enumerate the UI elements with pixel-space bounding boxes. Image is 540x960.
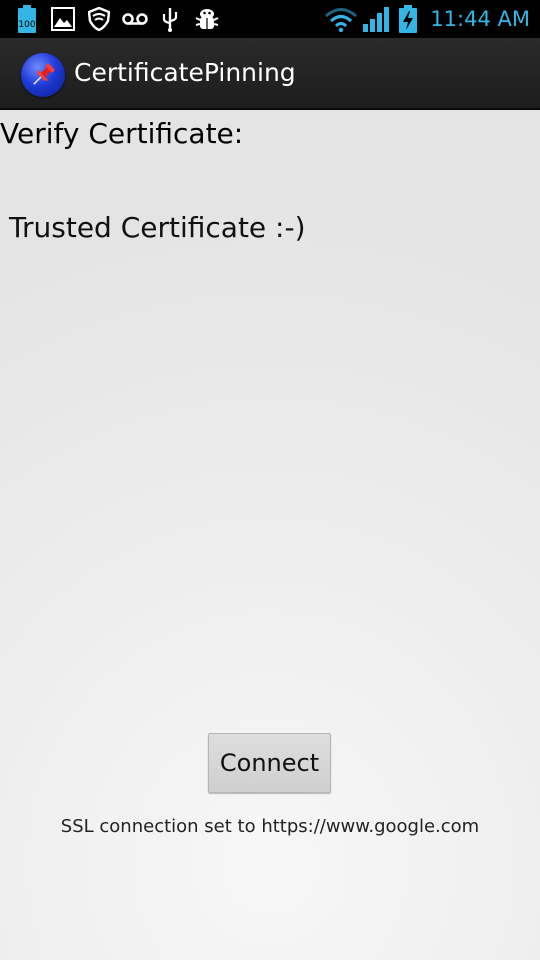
connect-button[interactable]: Connect — [208, 733, 331, 793]
ssl-connection-info: SSL connection set to https://www.google… — [60, 816, 480, 837]
usb-icon — [160, 5, 180, 33]
verify-label: Verify Certificate: — [0, 117, 244, 150]
picture-icon — [51, 5, 75, 33]
android-debug-icon — [194, 5, 220, 33]
battery-charging-icon — [398, 5, 418, 33]
status-clock: 11:44 AM — [430, 7, 530, 31]
action-bar: CertificatePinning — [0, 38, 540, 110]
signal-icon — [362, 5, 392, 33]
battery-100-icon: 100 — [16, 5, 38, 33]
voicemail-icon — [122, 5, 148, 33]
app-title: CertificatePinning — [74, 58, 296, 87]
battery-percent-text: 100 — [18, 20, 35, 30]
verification-result-text: Trusted Certificate :-) — [9, 211, 306, 244]
pushpin-app-icon[interactable] — [21, 53, 65, 97]
lookout-shield-icon — [88, 5, 110, 33]
wifi-icon — [324, 5, 358, 33]
status-bar: 100 11:44 AM — [0, 0, 540, 38]
